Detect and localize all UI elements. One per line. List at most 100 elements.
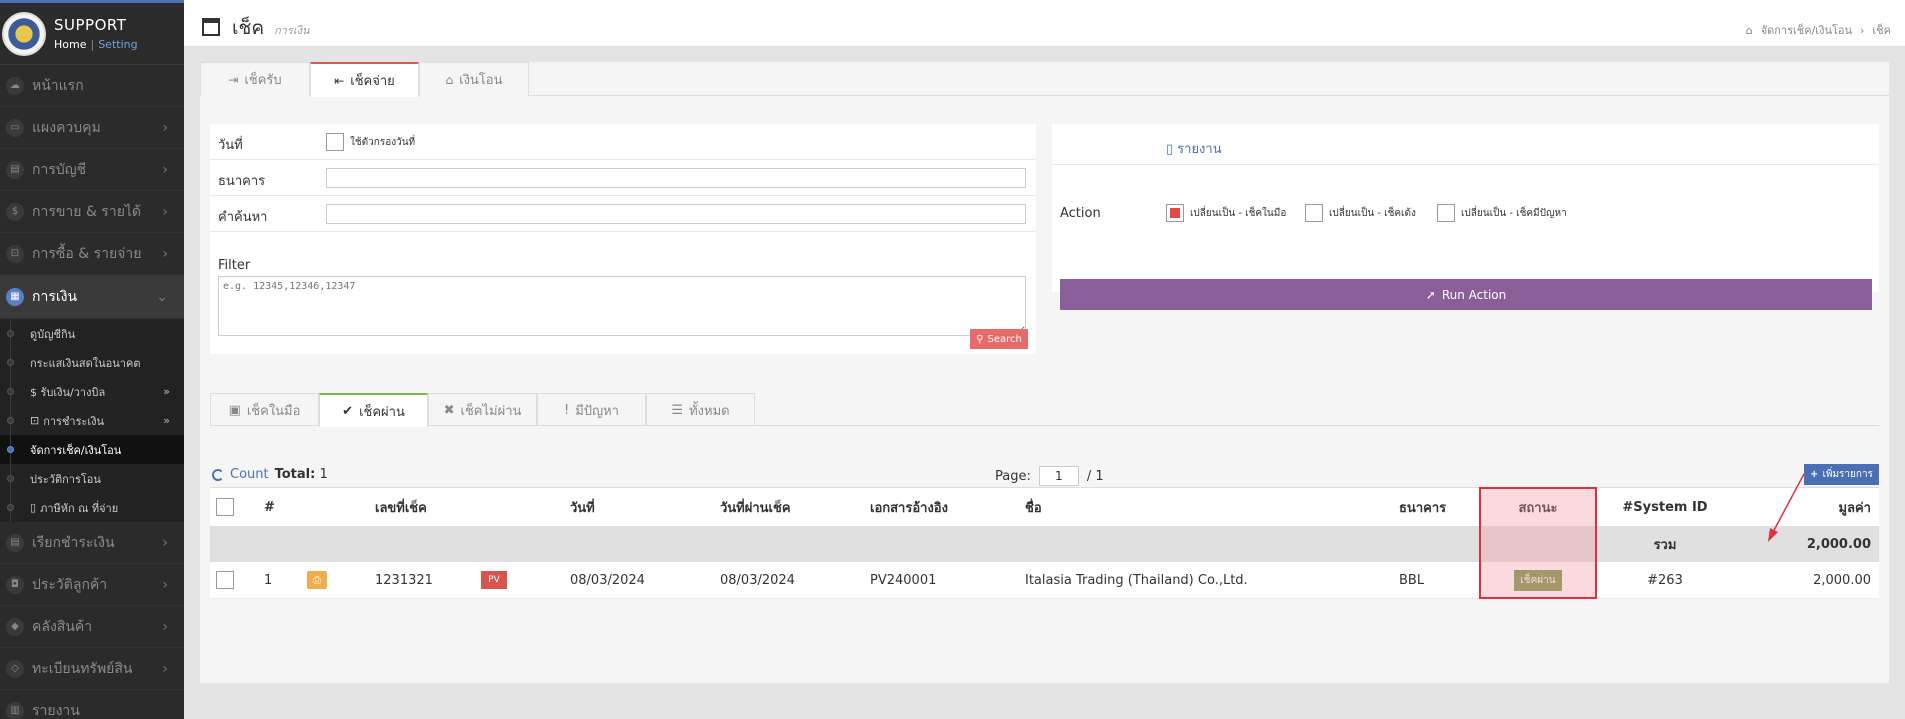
table-header: # เลขที่เช็ค วันที่ วันที่ผ่านเช็ค เอกสา… — [210, 487, 1879, 526]
invoice-icon: ▤ — [6, 533, 24, 552]
col-status[interactable]: สถานะ — [1479, 488, 1597, 526]
page-header: เช็ค การเงิน ⌂ จัดการเช็ค/เงินโอน › เช็ค — [184, 0, 1905, 47]
cheque-type-tabs: ⇥ เช็ครับ ⇤ เช็คจ่าย ⌂ เงินโอน — [200, 62, 1889, 97]
sidebar-item-label: รายงาน — [32, 702, 80, 719]
sub-item-label: ดูบัญชีกิน — [30, 327, 76, 341]
tab-cheque-received[interactable]: ⇥ เช็ครับ — [200, 62, 310, 96]
sidebar-item-sales[interactable]: $ การขาย & รายได้ › — [0, 191, 184, 233]
breadcrumb-section[interactable]: จัดการเช็ค/เงินโอน — [1761, 24, 1852, 37]
action-option-label: เปลี่ยนเป็น - เช็คในมือ — [1190, 207, 1287, 219]
row-reference[interactable]: PV240001 — [870, 562, 936, 598]
sub-item-transfer-history[interactable]: ประวัติการโอน — [0, 464, 184, 493]
search-label: คำค้นหา — [218, 210, 268, 225]
col-reference[interactable]: เอกสารอ้างอิง — [870, 488, 948, 526]
tab-passed[interactable]: ✔ เช็คผ่าน — [319, 393, 428, 427]
refresh-icon[interactable] — [212, 468, 224, 481]
sidebar-item-customers[interactable]: ◘ ประวัติลูกค้า › — [0, 564, 184, 606]
add-item-button[interactable]: + เพิ่มรายการ — [1804, 464, 1879, 485]
chevron-right-icon: › — [162, 618, 168, 635]
sidebar-item-finance[interactable]: ▦ การเงิน ⌄ — [0, 275, 184, 319]
sidebar-item-assets[interactable]: ◇ ทะเบียนทรัพย์สิน › — [0, 648, 184, 690]
tab-transfer[interactable]: ⌂ เงินโอน — [419, 62, 529, 96]
col-date[interactable]: วันที่ — [570, 488, 595, 526]
search-button-label: Search — [987, 333, 1022, 345]
row-select-cell — [216, 562, 234, 598]
sidebar-item-purchase[interactable]: ⊡ การซื้อ & รายจ่าย › — [0, 233, 184, 275]
document-icon: ▯ — [1166, 142, 1174, 157]
row-cheque-no[interactable]: 1231321 — [375, 562, 433, 598]
run-action-button[interactable]: ➚ Run Action — [1060, 279, 1872, 310]
sidebar-item-dashboard[interactable]: ▭ แผงควบคุม › — [0, 107, 184, 149]
action-option-bounced[interactable]: เปลี่ยนเป็น - เช็คเด้ง — [1305, 204, 1416, 222]
diamond-icon: ◇ — [6, 659, 24, 678]
sidebar-item-home[interactable]: ☁ หน้าแรก — [0, 65, 184, 107]
action-option-in-hand[interactable]: เปลี่ยนเป็น - เช็คในมือ — [1166, 204, 1286, 222]
table-row[interactable]: 1 ⎙ 1231321 PV 08/03/2024 08/03/2024 PV2… — [210, 562, 1879, 599]
bank-input[interactable] — [326, 168, 1026, 188]
sub-item-cashflow[interactable]: กระแสเงินสดในอนาคต — [0, 348, 184, 377]
calendar-icon — [202, 18, 220, 36]
tab-cheque-paid[interactable]: ⇤ เช็คจ่าย — [310, 62, 419, 97]
sidebar-item-inventory[interactable]: ◆ คลังสินค้า › — [0, 606, 184, 648]
tab-all[interactable]: ☰ ทั้งหมด — [646, 393, 755, 426]
sidebar-item-label: แผงควบคุม — [32, 119, 101, 136]
row-checkbox[interactable] — [216, 571, 234, 589]
action-option-label: เปลี่ยนเป็น - เช็คมีปัญหา — [1461, 207, 1567, 219]
sidebar-item-accounting[interactable]: ▤ การบัญชี › — [0, 149, 184, 191]
sidebar-item-reports[interactable]: ▥ รายงาน — [0, 690, 184, 719]
col-bank[interactable]: ธนาคาร — [1399, 488, 1446, 526]
print-cell: ⎙ — [307, 562, 327, 598]
sidebar-item-label: หน้าแรก — [32, 77, 84, 94]
page-title: เช็ค การเงิน — [202, 13, 310, 43]
date-filter-checkbox[interactable] — [326, 133, 344, 151]
count-label[interactable]: Count — [230, 467, 269, 482]
col-name[interactable]: ชื่อ — [1025, 488, 1042, 526]
report-link[interactable]: ▯ รายงาน — [1166, 138, 1222, 159]
search-input[interactable] — [326, 204, 1026, 224]
bullet-icon — [7, 475, 14, 482]
bank-icon: ⌂ — [445, 72, 454, 87]
page-input[interactable]: 1 — [1038, 466, 1079, 486]
print-icon[interactable]: ⎙ — [307, 571, 327, 589]
chevron-right-icon: › — [162, 161, 168, 178]
sub-item-manage-cheque[interactable]: จัดการเช็ค/เงินโอน — [0, 435, 184, 464]
action-checkbox-bounced[interactable] — [1305, 204, 1323, 222]
sub-item-receive-payment[interactable]: $ รับเงิน/วางบิล » — [0, 377, 184, 406]
row-system-id[interactable]: #263 — [1610, 562, 1720, 598]
sub-item-payment[interactable]: ⊡ การชำระเงิน » — [0, 406, 184, 435]
x-icon: ✖ — [443, 402, 455, 418]
col-number[interactable]: # — [264, 488, 275, 526]
main-panel: ⇥ เช็ครับ ⇤ เช็คจ่าย ⌂ เงินโอน วันที่ ใช้ตั… — [200, 62, 1889, 683]
filter-textarea[interactable] — [218, 276, 1026, 336]
setting-link[interactable]: Setting — [98, 38, 137, 51]
breadcrumb-separator: › — [1860, 24, 1865, 37]
tab-in-hand[interactable]: ▣ เช็คในมือ — [210, 393, 319, 426]
cart-icon: ⊡ — [30, 414, 40, 427]
bank-label: ธนาคาร — [218, 174, 266, 189]
calendar-icon: ▦ — [6, 287, 24, 306]
sidebar-item-billing[interactable]: ▤ เรียกชำระเงิน › — [0, 522, 184, 564]
annotation-arrow-icon — [1768, 473, 1805, 542]
row-bank: BBL — [1399, 572, 1425, 588]
doc-type-badge[interactable]: PV — [481, 571, 507, 589]
sub-item-withholding-tax[interactable]: ▯ ภาษีหัก ณ ที่จ่าย — [0, 493, 184, 522]
sub-item-cheque-book[interactable]: ดูบัญชีกิน — [0, 319, 184, 348]
search-button[interactable]: ⚲ Search — [970, 329, 1028, 349]
action-checkbox-in-hand[interactable] — [1166, 204, 1184, 222]
col-system-id[interactable]: #System ID — [1610, 488, 1720, 526]
document-icon: ▯ — [30, 501, 37, 514]
bullet-icon — [7, 504, 14, 511]
chevron-right-icon: › — [162, 660, 168, 677]
tab-not-passed[interactable]: ✖ เช็คไม่ผ่าน — [428, 393, 537, 426]
sign-in-icon: ⇥ — [228, 72, 239, 87]
col-cheque-no[interactable]: เลขที่เช็ค — [375, 488, 427, 526]
bank-filter-row: ธนาคาร — [210, 160, 1036, 196]
col-cleared-date[interactable]: วันที่ผ่านเช็ค — [720, 488, 791, 526]
action-checkbox-problem[interactable] — [1437, 204, 1455, 222]
action-option-problem[interactable]: เปลี่ยนเป็น - เช็คมีปัญหา — [1437, 204, 1567, 222]
home-icon[interactable]: ⌂ — [1746, 24, 1753, 37]
home-link[interactable]: Home — [54, 38, 86, 51]
book-icon: ▤ — [6, 160, 24, 179]
select-all-checkbox[interactable] — [216, 498, 234, 516]
tab-problem[interactable]: ! มีปัญหา — [537, 393, 646, 426]
